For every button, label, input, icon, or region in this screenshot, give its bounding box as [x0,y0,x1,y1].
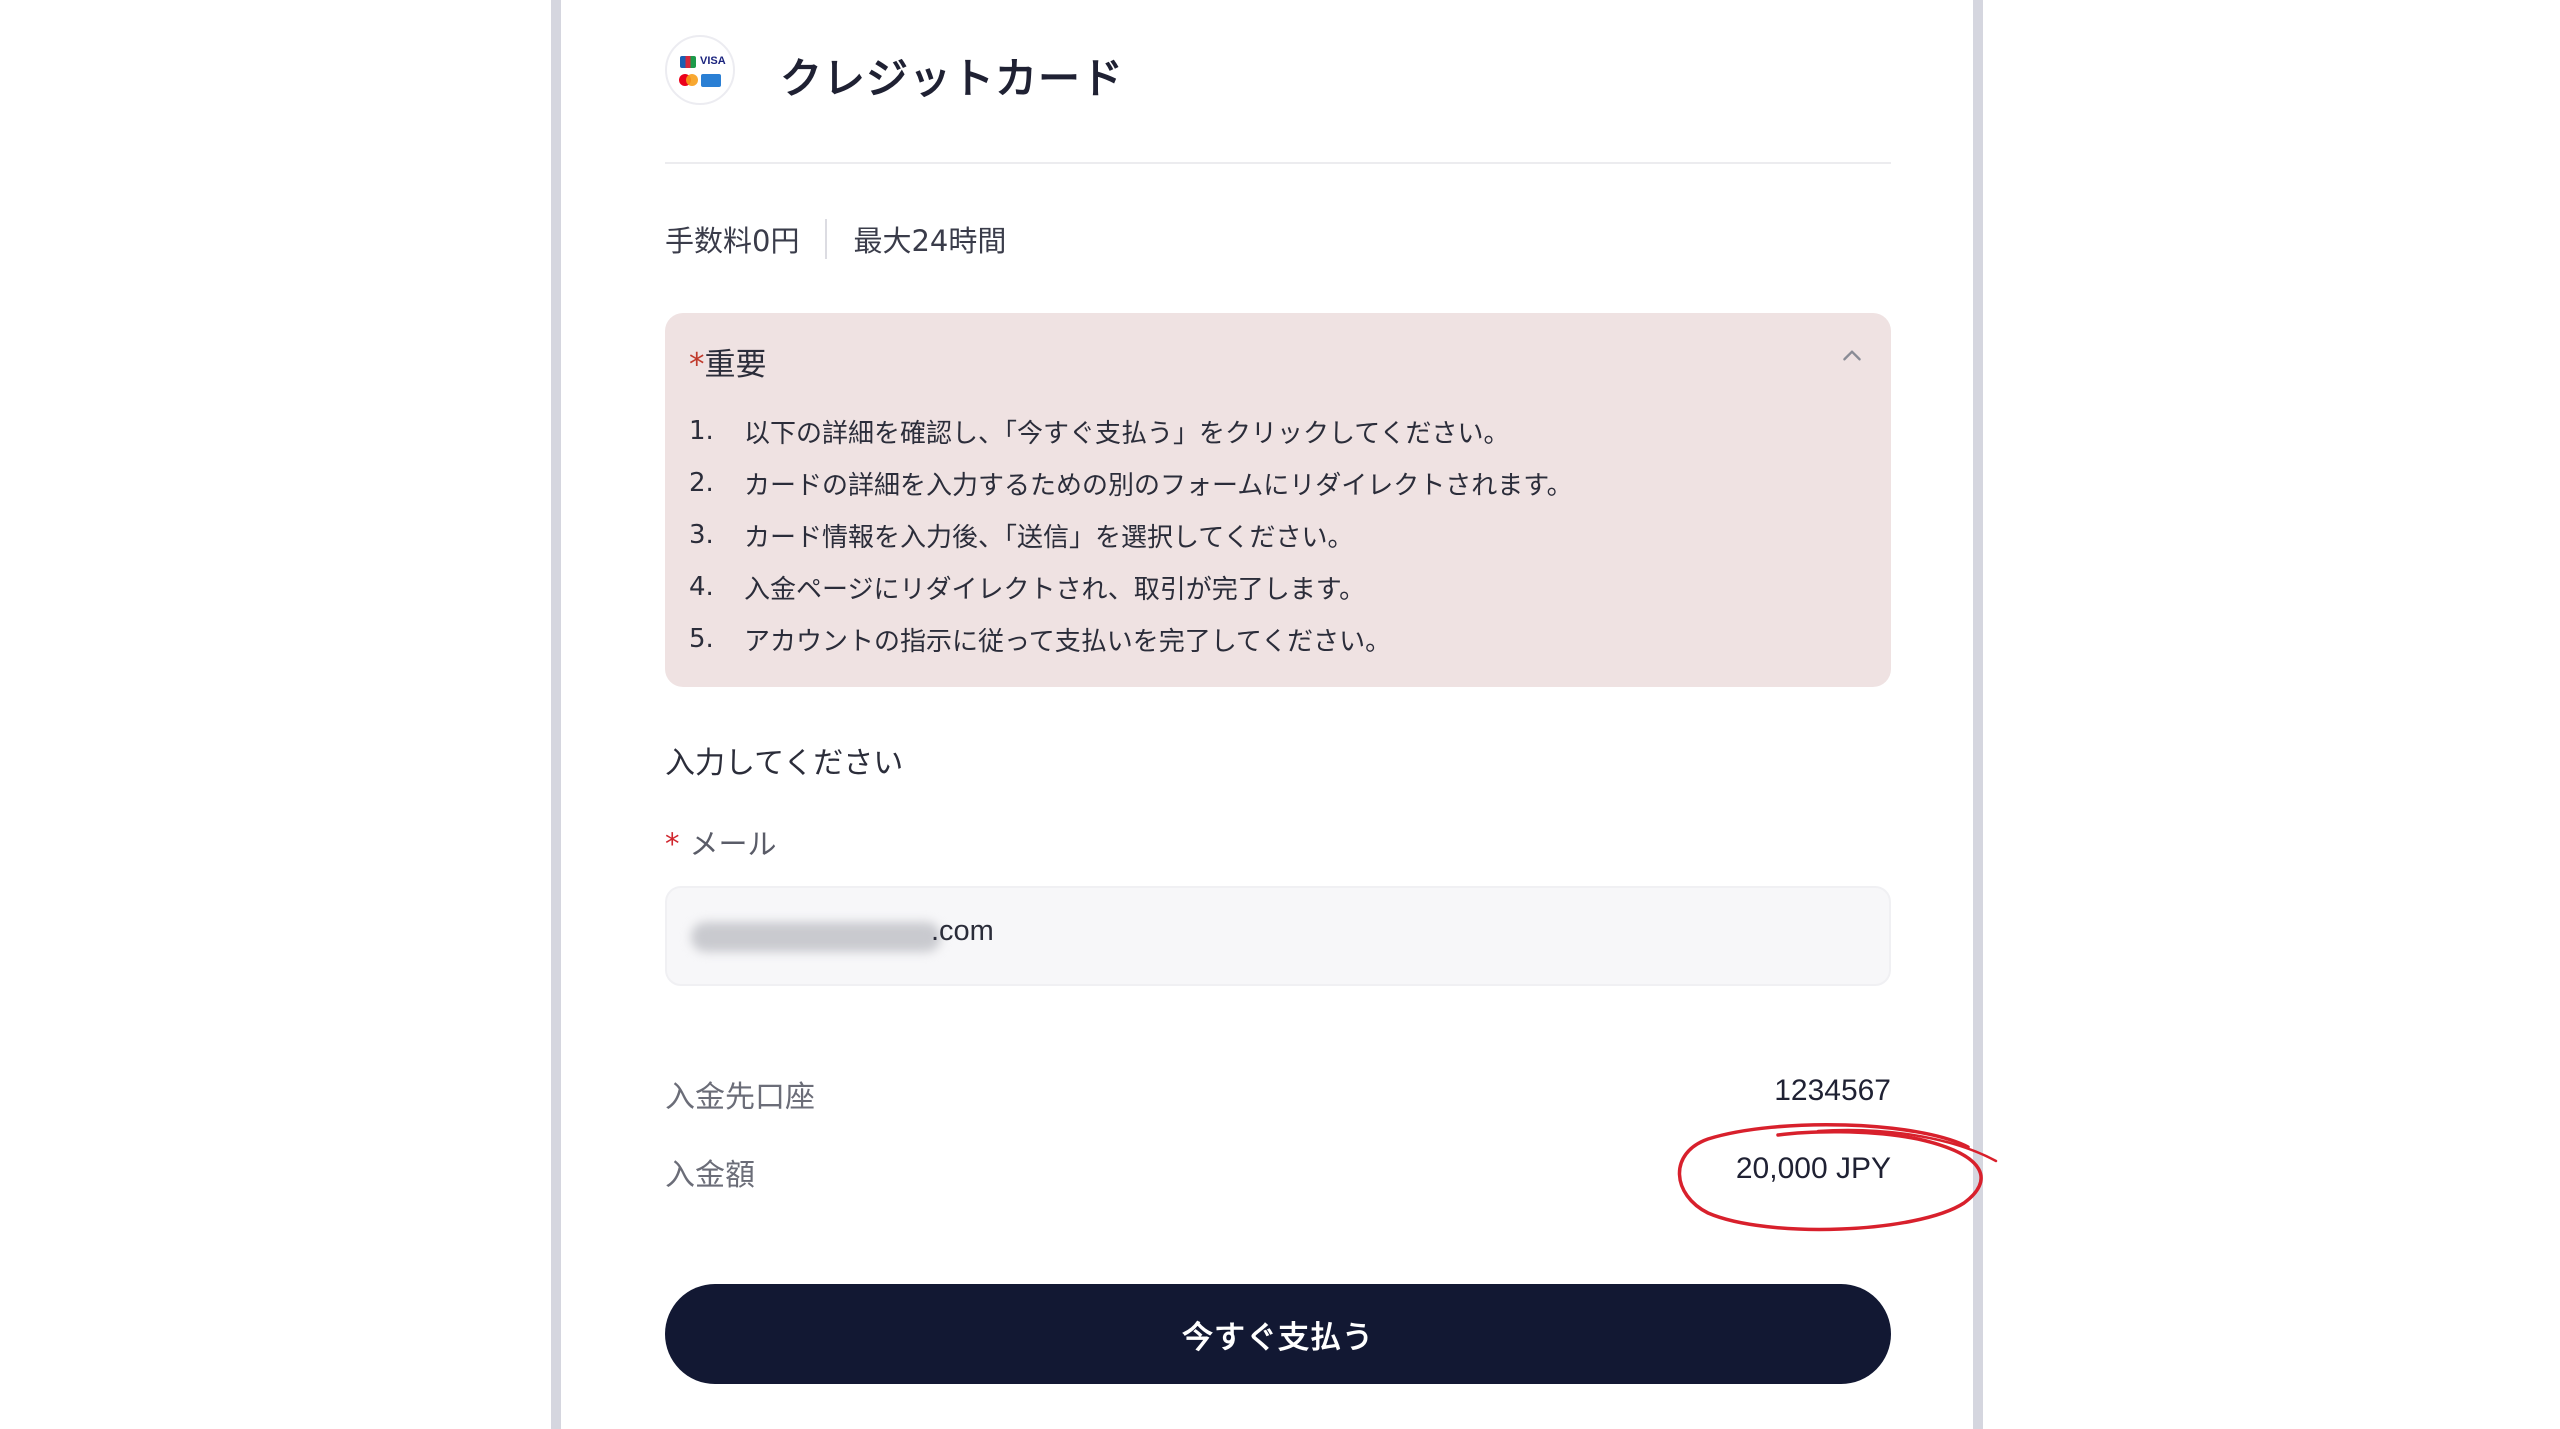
input-section-label: 入力してください [665,746,904,781]
payment-content: VISA クレジットカード 手数料0円 最大24時間 *重要 1. 以下の詳細を確… [665,0,1998,1429]
credit-card-brands-icon: VISA [665,35,735,105]
important-title-text: 重要 [704,347,767,383]
deposit-account-value: 1234567 [1774,1074,1891,1107]
instruction-step: 1. 以下の詳細を確認し、「今すぐ支払う」をクリックしてください。 [689,416,1510,449]
deposit-amount-label: 入金額 [665,1158,755,1193]
instruction-steps: 1. 以下の詳細を確認し、「今すぐ支払う」をクリックしてください。 2. カードの詳… [689,405,1573,665]
email-value-suffix: .com [931,915,994,947]
instruction-step: 2. カードの詳細を入力するための別のフォームにリダイレクトされます。 [689,468,1573,501]
email-input[interactable]: .com [665,886,1891,986]
chevron-up-icon[interactable] [1839,343,1865,369]
required-mark: * [665,827,680,861]
instruction-step: 4. 入金ページにリダイレクトされ、取引が完了します。 [689,572,1366,605]
header-divider [665,162,1891,164]
meta-separator [825,219,828,259]
important-star: * [689,347,705,383]
important-notice-title: *重要 [689,339,767,384]
deposit-account-label: 入金先口座 [665,1080,815,1115]
pay-now-button[interactable]: 今すぐ支払う [665,1284,1891,1384]
redacted-email-blur [691,922,941,952]
fee-time-info: 手数料0円 最大24時間 [665,217,1006,261]
instruction-step: 5. アカウントの指示に従って支払いを完了してください。 [689,624,1392,657]
deposit-account-row: 入金先口座 1234567 [665,1072,1891,1116]
payment-panel: VISA クレジットカード 手数料0円 最大24時間 *重要 1. 以下の詳細を確… [551,0,1998,1429]
email-label-text: メール [689,827,777,861]
instruction-step: 3. カード情報を入力後、「送信」を選択してください。 [689,520,1354,553]
important-notice: *重要 1. 以下の詳細を確認し、「今すぐ支払う」をクリックしてください。 2. カ… [665,313,1891,687]
payment-method-header: VISA クレジットカード [665,35,1891,109]
payment-method-title: クレジットカード [780,54,1125,103]
processing-time-text: 最大24時間 [853,224,1007,258]
email-label: * メール [665,821,777,863]
fee-text: 手数料0円 [665,224,800,258]
red-circle-annotation [1677,1123,1998,1232]
